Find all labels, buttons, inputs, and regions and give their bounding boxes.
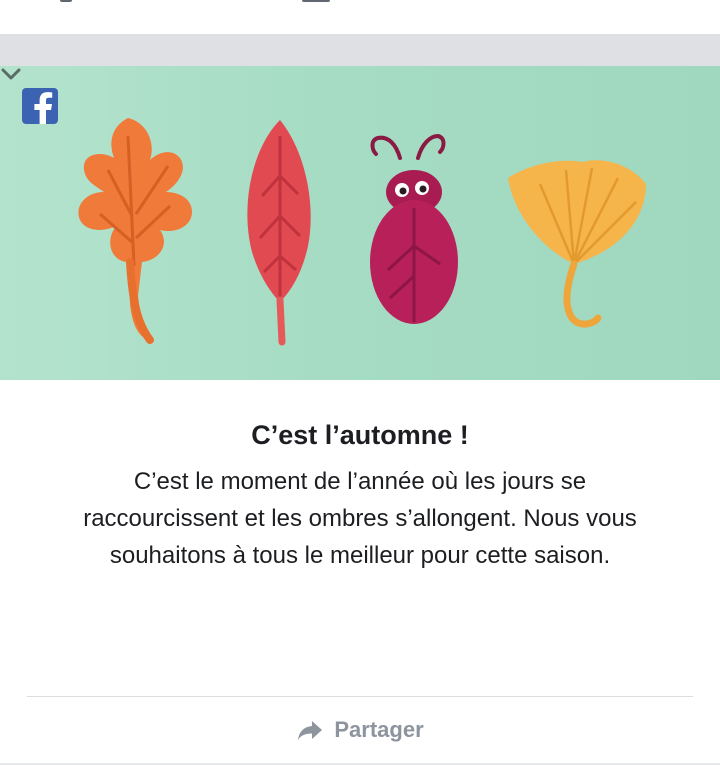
share-button-label: Partager — [334, 717, 424, 742]
post-hero-image[interactable] — [0, 66, 720, 380]
top-navigation-bar — [0, 0, 720, 34]
nav-tab-icon[interactable] — [52, 0, 80, 4]
chevron-down-icon[interactable] — [0, 66, 22, 82]
post-card: C’est l’automne ! C’est le moment de l’a… — [0, 66, 720, 765]
post-title: C’est l’automne ! — [251, 420, 469, 450]
feed-separator — [0, 34, 720, 66]
orange-oak-leaf — [78, 118, 192, 344]
share-button[interactable]: Partager — [270, 710, 450, 750]
nav-tab-icon[interactable] — [302, 0, 330, 4]
ginkgo-leaf — [508, 160, 646, 328]
action-divider — [27, 696, 693, 697]
post-body-text: C’est le moment de l’année où les jours … — [83, 468, 637, 569]
share-arrow-icon — [298, 721, 323, 740]
autumn-paper-craft-illustration — [78, 118, 646, 346]
red-leaf — [247, 120, 311, 346]
nav-tab-icon[interactable] — [546, 0, 574, 4]
facebook-logo-icon[interactable] — [22, 88, 58, 124]
pink-beetle — [370, 133, 458, 324]
